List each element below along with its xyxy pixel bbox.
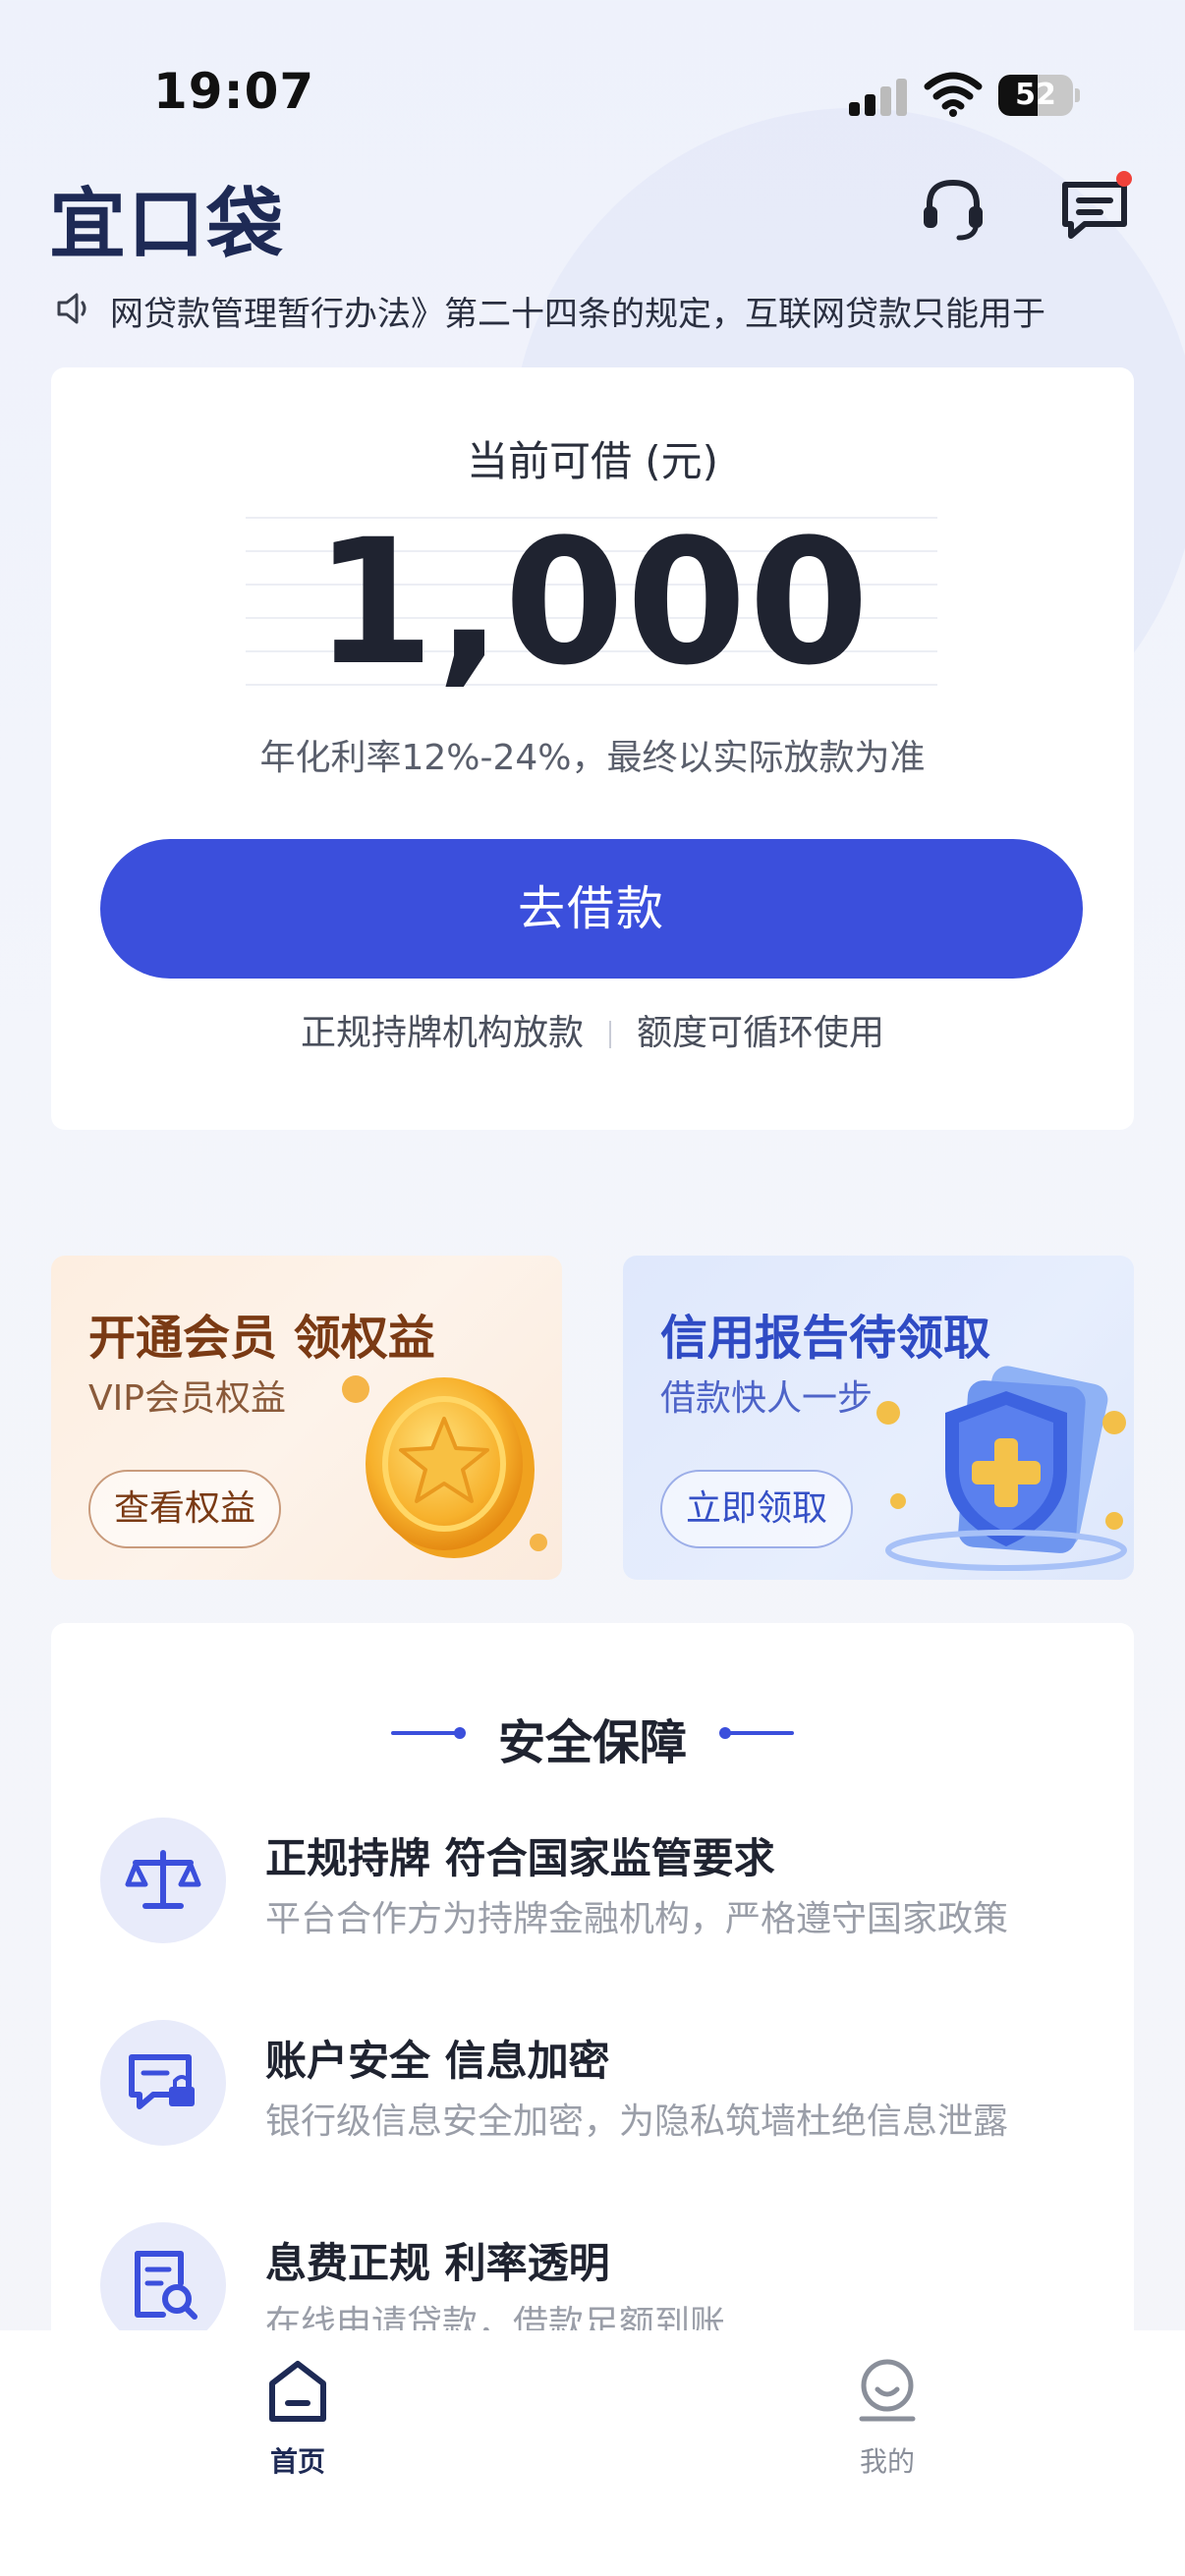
- speaker-icon: [57, 293, 86, 324]
- feature-divider: [609, 1021, 611, 1048]
- unread-dot: [1116, 171, 1132, 187]
- vip-promo-subtitle: VIP会员权益: [88, 1378, 286, 1419]
- profile-icon: [859, 2359, 916, 2422]
- credit-report-promo-card[interactable]: 信用报告待领取 借款快人一步 立即领取: [623, 1256, 1134, 1580]
- security-item-2-title: 账户安全 信息加密: [265, 2037, 610, 2085]
- security-item-1-title: 正规持牌 符合国家监管要求: [265, 1834, 775, 1882]
- credit-promo-subtitle: 借款快人一步: [660, 1378, 874, 1419]
- borrow-button[interactable]: 去借款: [100, 839, 1083, 979]
- notice-text: 网贷款管理暂行办法》第二十四条的规定，互联网贷款只能用于: [110, 295, 1045, 334]
- lock-card-icon: [129, 2054, 195, 2109]
- notice-marquee[interactable]: 网贷款管理暂行办法》第二十四条的规定，互联网贷款只能用于: [55, 285, 1136, 334]
- tab-home-label: 首页: [269, 2445, 325, 2478]
- borrow-features: 正规持牌机构放款 额度可循环使用: [51, 1004, 1134, 1055]
- tab-mine[interactable]: 我的: [814, 2358, 961, 2486]
- claim-now-button[interactable]: 立即领取: [660, 1470, 854, 1548]
- document-search-icon: [135, 2251, 198, 2320]
- shield-icon: [876, 1366, 1127, 1571]
- tab-mine-label: 我的: [859, 2445, 915, 2478]
- app-logo: 宜口袋: [49, 181, 286, 269]
- feature-revolving: 额度可循环使用: [637, 1013, 885, 1053]
- feature-licensed: 正规持牌机构放款: [300, 1013, 584, 1053]
- document-search-icon-wrap: [100, 2222, 226, 2348]
- title-decoration-right: [725, 1731, 794, 1735]
- battery-level: 52: [1015, 78, 1056, 112]
- scale-icon: [125, 1850, 201, 1909]
- tab-home[interactable]: 首页: [224, 2358, 371, 2486]
- available-amount-label: 当前可借 (元): [466, 437, 719, 485]
- message-button[interactable]: [1055, 169, 1134, 248]
- cellular-signal-icon: [849, 77, 908, 116]
- available-amount: 1,000: [313, 502, 872, 703]
- vip-promo-card[interactable]: 开通会员 领权益 VIP会员权益 查看权益: [51, 1256, 562, 1580]
- lock-card-icon-wrap: [100, 2020, 226, 2146]
- headset-icon: [924, 179, 983, 241]
- home-icon: [269, 2361, 326, 2422]
- bottom-tab-bar: [0, 2330, 1185, 2576]
- interest-rate-note: 年化利率12%-24%，最终以实际放款为准: [259, 738, 926, 778]
- gold-coin-icon: [342, 1375, 547, 1558]
- security-item-3-title: 息费正规 利率透明: [265, 2239, 610, 2287]
- view-benefits-button[interactable]: 查看权益: [88, 1470, 282, 1548]
- security-item-1-desc: 平台合作方为持牌金融机构，严格遵守国家政策: [265, 1899, 1009, 1939]
- wifi-icon: [924, 71, 983, 118]
- scale-icon-wrap: [100, 1818, 226, 1943]
- customer-service-button[interactable]: [914, 169, 992, 248]
- status-time: 19:07: [153, 63, 315, 120]
- battery-icon: 52: [998, 75, 1080, 116]
- security-item-2-desc: 银行级信息安全加密，为隐私筑墙杜绝信息泄露: [265, 2101, 1009, 2142]
- security-title: 安全保障: [497, 1715, 687, 1770]
